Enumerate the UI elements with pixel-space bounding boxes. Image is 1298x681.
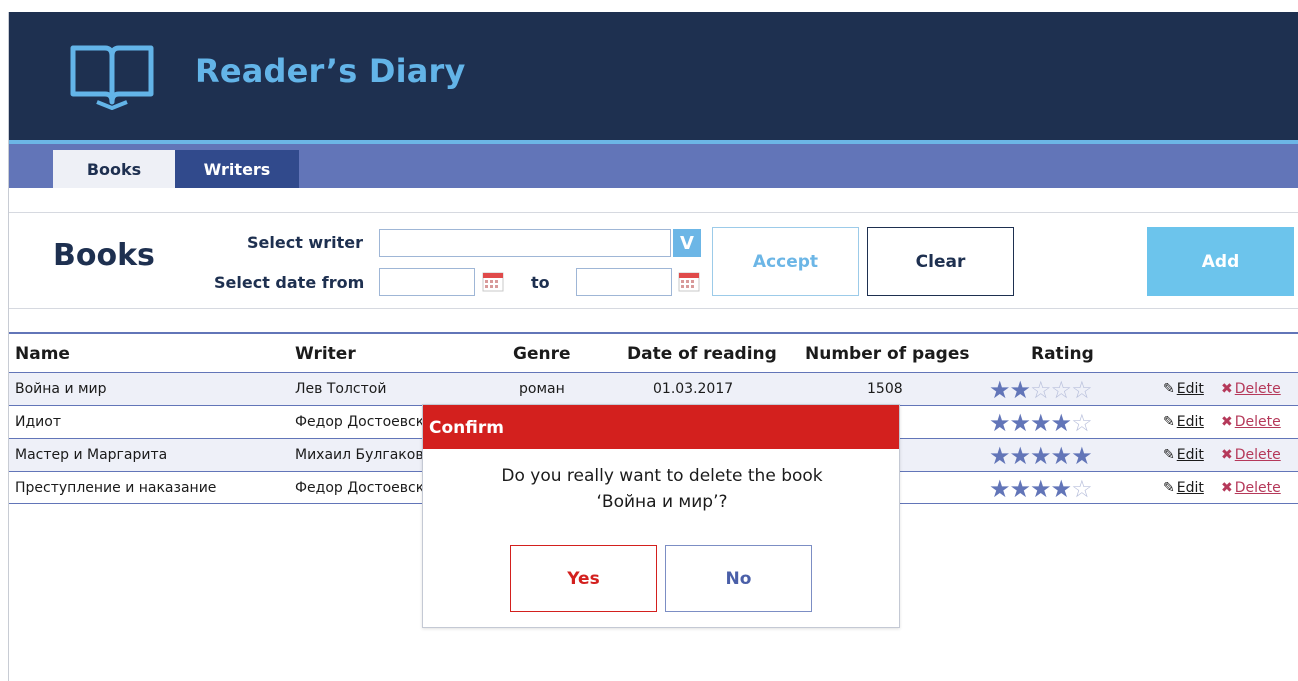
no-button[interactable]: No (665, 545, 812, 612)
pencil-icon: ✎ (1163, 414, 1175, 430)
star-filled-icon[interactable]: ★ (1030, 475, 1051, 503)
x-icon: ✖ (1221, 414, 1233, 430)
dialog-message: Do you really want to delete the book ‘В… (423, 463, 901, 515)
calendar-icon[interactable] (678, 272, 700, 292)
pencil-icon: ✎ (1163, 480, 1175, 496)
star-filled-icon[interactable]: ★ (1010, 475, 1031, 503)
column-header-pages[interactable]: Number of pages (805, 344, 970, 364)
column-header-writer[interactable]: Writer (295, 344, 356, 364)
star-filled-icon[interactable]: ★ (1010, 376, 1031, 404)
cell-writer: Лев Толстой (295, 381, 387, 397)
x-icon: ✖ (1221, 381, 1233, 397)
delete-label: Delete (1234, 381, 1281, 397)
star-filled-icon[interactable]: ★ (1010, 409, 1031, 437)
edit-link[interactable]: ✎ Edit (1163, 381, 1204, 397)
star-empty-icon[interactable]: ☆ (1030, 376, 1051, 404)
rating-stars[interactable]: ★★☆☆☆ (989, 376, 1093, 404)
delete-link[interactable]: ✖ Delete (1221, 480, 1281, 496)
edit-label: Edit (1176, 447, 1204, 463)
star-filled-icon[interactable]: ★ (1071, 442, 1092, 470)
app-title: Reader’s Diary (195, 52, 466, 90)
dialog-message-line: Do you really want to delete the book (501, 466, 823, 486)
date-to-input[interactable] (576, 268, 672, 296)
delete-label: Delete (1234, 447, 1281, 463)
delete-label: Delete (1234, 414, 1281, 430)
clear-button[interactable]: Clear (867, 227, 1014, 296)
dialog-message-line: ‘Война и мир’? (596, 492, 728, 512)
cell-name: Преступление и наказание (15, 480, 217, 496)
star-filled-icon[interactable]: ★ (1051, 409, 1072, 437)
pencil-icon: ✎ (1163, 381, 1175, 397)
edit-label: Edit (1176, 414, 1204, 430)
star-filled-icon[interactable]: ★ (1030, 442, 1051, 470)
cell-genre: роман (519, 381, 565, 397)
tab-bar: Books Writers (9, 144, 1298, 188)
star-filled-icon[interactable]: ★ (989, 409, 1010, 437)
writer-select[interactable] (379, 229, 671, 257)
star-empty-icon[interactable]: ☆ (1051, 376, 1072, 404)
star-filled-icon[interactable]: ★ (989, 376, 1010, 404)
select-date-from-label: Select date from (214, 273, 365, 292)
app-window: Reader’s Diary Books Writers Books Selec… (8, 12, 1298, 681)
add-button[interactable]: Add (1147, 227, 1294, 296)
column-header-genre[interactable]: Genre (513, 344, 571, 364)
yes-button[interactable]: Yes (510, 545, 657, 612)
star-filled-icon[interactable]: ★ (1030, 409, 1051, 437)
cell-writer: Федор Достоевский (295, 480, 443, 496)
x-icon: ✖ (1221, 480, 1233, 496)
select-writer-label: Select writer (247, 233, 363, 252)
star-empty-icon[interactable]: ☆ (1071, 376, 1092, 404)
rating-stars[interactable]: ★★★★★ (989, 442, 1093, 470)
cell-writer: Федор Достоевский (295, 414, 443, 430)
star-filled-icon[interactable]: ★ (1051, 475, 1072, 503)
star-empty-icon[interactable]: ☆ (1071, 409, 1092, 437)
chevron-down-icon[interactable]: V (673, 229, 701, 257)
star-filled-icon[interactable]: ★ (1010, 442, 1031, 470)
rating-stars[interactable]: ★★★★☆ (989, 475, 1093, 503)
edit-label: Edit (1176, 480, 1204, 496)
edit-link[interactable]: ✎ Edit (1163, 414, 1204, 430)
star-filled-icon[interactable]: ★ (1051, 442, 1072, 470)
delete-link[interactable]: ✖ Delete (1221, 414, 1281, 430)
pencil-icon: ✎ (1163, 447, 1175, 463)
rating-stars[interactable]: ★★★★☆ (989, 409, 1093, 437)
divider (9, 308, 1298, 309)
dialog-title: Confirm (423, 405, 899, 449)
edit-link[interactable]: ✎ Edit (1163, 480, 1204, 496)
x-icon: ✖ (1221, 447, 1233, 463)
accept-button[interactable]: Accept (712, 227, 859, 296)
edit-label: Edit (1176, 381, 1204, 397)
star-filled-icon[interactable]: ★ (989, 442, 1010, 470)
table-header: Name Writer Genre Date of reading Number… (9, 332, 1298, 372)
cell-name: Война и мир (15, 381, 107, 397)
star-filled-icon[interactable]: ★ (989, 475, 1010, 503)
confirm-dialog: Confirm Do you really want to delete the… (422, 404, 900, 628)
tab-writers[interactable]: Writers (175, 150, 299, 188)
cell-date-of-reading: 01.03.2017 (653, 381, 734, 397)
tab-books[interactable]: Books (53, 150, 175, 188)
star-empty-icon[interactable]: ☆ (1071, 475, 1092, 503)
edit-link[interactable]: ✎ Edit (1163, 447, 1204, 463)
delete-link[interactable]: ✖ Delete (1221, 447, 1281, 463)
cell-name: Идиот (15, 414, 61, 430)
column-header-name[interactable]: Name (15, 344, 70, 364)
delete-label: Delete (1234, 480, 1281, 496)
cell-name: Мастер и Маргарита (15, 447, 168, 463)
calendar-icon[interactable] (482, 272, 504, 292)
cell-writer: Михаил Булгаков (295, 447, 424, 463)
divider (9, 212, 1298, 213)
delete-link[interactable]: ✖ Delete (1221, 381, 1281, 397)
column-header-date[interactable]: Date of reading (627, 344, 777, 364)
table-row[interactable]: Война и мир Лев Толстой роман 01.03.2017 150… (9, 372, 1298, 405)
app-header: Reader’s Diary (9, 12, 1298, 140)
column-header-rating[interactable]: Rating (1031, 344, 1094, 364)
to-label: to (531, 273, 550, 292)
cell-number-of-pages: 1508 (867, 381, 903, 397)
page-title: Books (53, 238, 155, 273)
open-book-icon (70, 45, 154, 110)
date-from-input[interactable] (379, 268, 475, 296)
